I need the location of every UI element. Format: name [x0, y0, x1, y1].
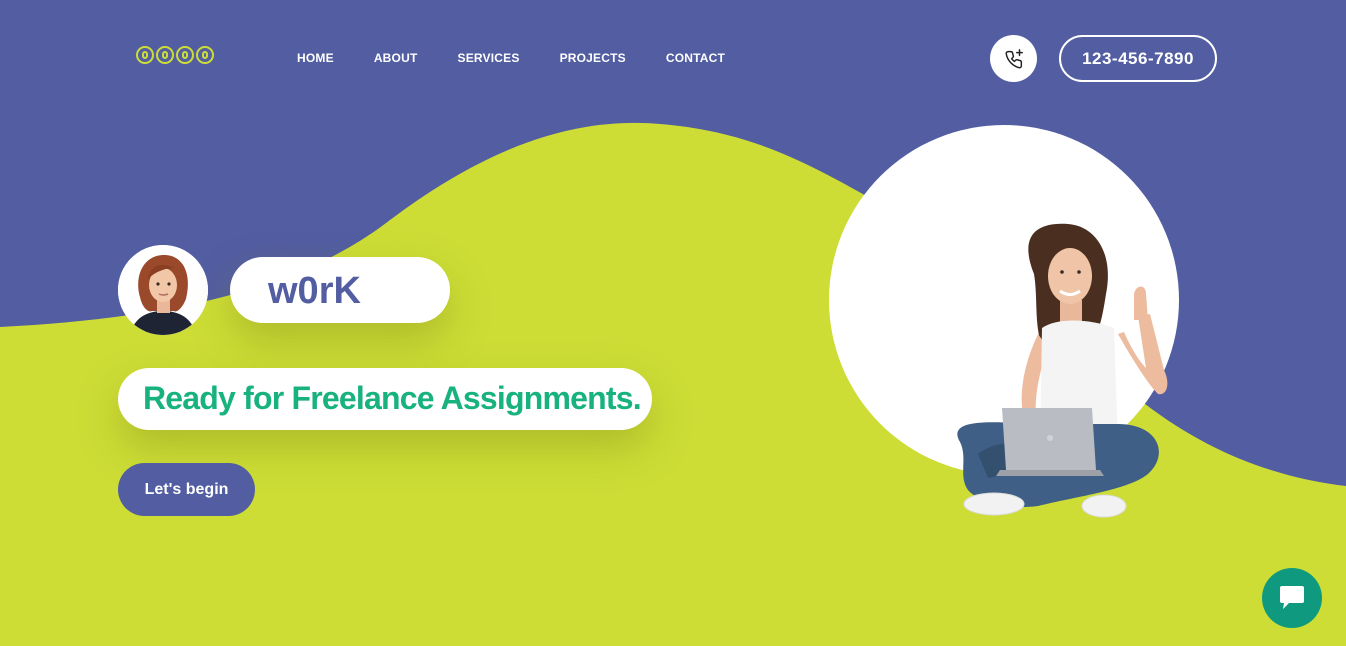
phone-plus-icon [1004, 48, 1023, 68]
logo-icon [136, 46, 154, 64]
nav-contact[interactable]: CONTACT [666, 51, 725, 65]
nav-about[interactable]: ABOUT [374, 51, 418, 65]
nav-services[interactable]: SERVICES [457, 51, 519, 65]
hero-headline: Ready for Freelance Assignments. [143, 380, 642, 416]
logo-icon [176, 46, 194, 64]
hero-word: w0rK [268, 270, 361, 312]
avatar [118, 245, 208, 335]
lets-begin-button[interactable]: Let's begin [118, 463, 255, 516]
hero-woman-with-laptop [829, 125, 1179, 518]
chat-button[interactable] [1262, 568, 1322, 628]
headline-pill: Ready for Freelance Assignments. [118, 368, 652, 430]
logo[interactable] [136, 46, 214, 64]
nav-home[interactable]: HOME [297, 51, 334, 65]
nav-projects[interactable]: PROJECTS [560, 51, 626, 65]
word-pill: w0rK [230, 257, 450, 323]
logo-icon [156, 46, 174, 64]
phone-call-button[interactable] [990, 35, 1037, 82]
main-nav: HOME ABOUT SERVICES PROJECTS CONTACT [297, 51, 725, 65]
phone-number-button[interactable]: 123-456-7890 [1059, 35, 1217, 82]
chat-icon [1280, 586, 1304, 609]
phone-number: 123-456-7890 [1082, 48, 1194, 68]
logo-icon [196, 46, 214, 64]
